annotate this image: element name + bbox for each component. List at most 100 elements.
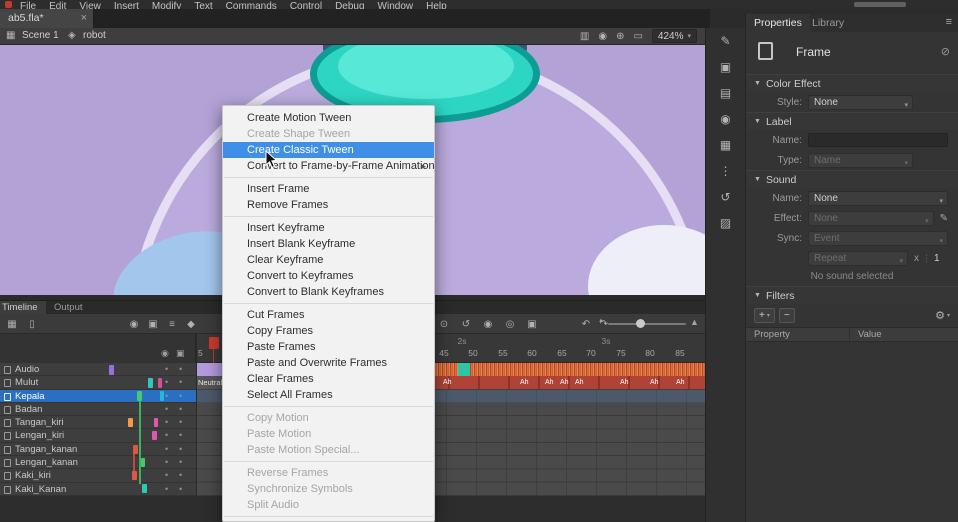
filters-options[interactable]: ⚙ ▾ xyxy=(935,309,950,322)
context-menu-item[interactable]: Clear Keyframe ▸ xyxy=(223,252,434,268)
layer-visibility-dot[interactable]: • xyxy=(165,376,168,389)
context-menu-item[interactable]: ▸ xyxy=(224,303,433,304)
layer-row[interactable]: Lengan_kiri • • xyxy=(0,429,196,442)
context-menu-item[interactable]: Insert Blank Keyframe ▸ xyxy=(223,236,434,252)
zoom-out-frames-icon[interactable]: ▲ xyxy=(598,318,604,324)
context-menu-item[interactable]: Remove Frames ▸ xyxy=(223,197,434,213)
context-menu-item[interactable]: Paste Frames ▸ xyxy=(223,339,434,355)
layer-row[interactable]: Audio • • xyxy=(0,363,196,376)
layer-lock-dot[interactable]: • xyxy=(179,376,182,389)
delete-layer-icon[interactable]: ▯ xyxy=(24,319,40,330)
edit-envelope-icon[interactable]: ✎ xyxy=(940,213,948,224)
tab-timeline[interactable]: Timeline xyxy=(0,301,46,314)
center-stage-icon[interactable]: ⊕ xyxy=(616,31,624,42)
tab-library[interactable]: Library xyxy=(804,14,852,32)
context-menu-item[interactable]: ▸ xyxy=(224,216,433,217)
repeat-count-value[interactable]: 1 xyxy=(934,253,940,264)
info-panel-icon[interactable]: ◉ xyxy=(715,112,737,126)
stage-bounds-icon[interactable]: ▭ xyxy=(633,31,642,42)
graph-panel-icon[interactable]: ▨ xyxy=(715,216,737,230)
layer-lock-dot[interactable]: • xyxy=(179,429,182,442)
zoom-in-frames-icon[interactable]: ▲ xyxy=(690,317,699,327)
context-menu-item[interactable]: Insert Keyframe ▸ xyxy=(223,220,434,236)
layer-lock-dot[interactable]: • xyxy=(179,403,182,416)
context-menu-item[interactable]: Create Shape Tween ▸ xyxy=(223,126,434,142)
label-type-select[interactable]: Name ▾ xyxy=(808,153,913,168)
breadcrumb-symbol[interactable]: robot xyxy=(83,30,106,41)
brush-panel-icon[interactable]: ✎ xyxy=(715,34,737,48)
new-layer-icon[interactable]: ▦ xyxy=(4,319,20,330)
menu-item[interactable]: Control xyxy=(290,1,322,9)
layer-lock-dot[interactable]: • xyxy=(179,416,182,429)
timeline-zoom-knob[interactable] xyxy=(636,319,645,328)
style-select[interactable]: None ▾ xyxy=(808,95,913,110)
layer-visibility-dot[interactable]: • xyxy=(165,443,168,456)
layer-row[interactable]: Badan • • xyxy=(0,403,196,416)
breadcrumb-scene[interactable]: Scene 1 xyxy=(22,30,59,41)
menu-item[interactable]: View xyxy=(79,1,101,9)
layer-visibility-dot[interactable]: • xyxy=(165,483,168,496)
layer-lock-dot[interactable]: • xyxy=(179,469,182,482)
layer-visibility-dot[interactable]: • xyxy=(165,469,168,482)
eye-icon[interactable]: ◉ xyxy=(161,348,169,359)
layer-row[interactable]: Mulut • • xyxy=(0,376,196,389)
edit-multiple-frames-icon[interactable]: ▣ xyxy=(524,319,540,330)
timeline-zoom-slider[interactable] xyxy=(608,323,686,325)
context-menu-item[interactable]: Synchronize Symbols ▸ xyxy=(223,481,434,497)
layer-lock-dot[interactable]: • xyxy=(179,390,182,403)
layer-row[interactable]: Tangan_kanan • • xyxy=(0,443,196,456)
layer-depth-icon[interactable]: ◆ xyxy=(183,319,199,330)
tab-output[interactable]: Output xyxy=(46,301,91,314)
context-menu-item[interactable]: Select All Frames ▸ xyxy=(223,387,434,403)
sound-repeat-select[interactable]: Repeat ▾ xyxy=(808,251,908,266)
lock-all-layers-icon[interactable]: ▣ xyxy=(145,319,161,330)
frame-panel-icon[interactable]: ▣ xyxy=(715,60,737,74)
context-menu-item[interactable]: Paste Motion ▸ xyxy=(223,426,434,442)
layer-row[interactable]: Lengan_kanan • • xyxy=(0,456,196,469)
layer-lock-dot[interactable]: • xyxy=(179,443,182,456)
layer-lock-dot[interactable]: • xyxy=(179,483,182,496)
history-panel-icon[interactable]: ↺ xyxy=(715,190,737,204)
menu-item[interactable]: Help xyxy=(426,1,447,9)
menu-item[interactable]: File xyxy=(20,1,36,9)
loop-icon[interactable]: ↺ xyxy=(458,319,474,330)
menu-item[interactable]: Insert xyxy=(114,1,139,9)
context-menu-item[interactable]: Convert to Keyframes ▸ xyxy=(223,268,434,284)
section-filters[interactable]: ▼ Filters xyxy=(746,286,958,304)
layer-visibility-dot[interactable]: • xyxy=(165,456,168,469)
layer-row[interactable]: Tangan_kiri • • xyxy=(0,416,196,429)
context-menu-item[interactable]: Convert to Blank Keyframes ▸ xyxy=(223,284,434,300)
section-sound[interactable]: ▼ Sound xyxy=(746,170,958,188)
context-menu-item[interactable]: Reverse Frames ▸ xyxy=(223,465,434,481)
menu-item[interactable]: Edit xyxy=(49,1,66,9)
options-panel-icon[interactable]: ⋮ xyxy=(715,164,737,178)
menu-item[interactable]: Modify xyxy=(152,1,181,9)
layer-visibility-dot[interactable]: • xyxy=(165,429,168,442)
layer-lock-dot[interactable]: • xyxy=(179,456,182,469)
context-menu-item[interactable]: Split Audio ▸ xyxy=(223,497,434,513)
context-menu-item[interactable]: Insert Frame ▸ xyxy=(223,181,434,197)
add-filter-button[interactable]: + ▾ xyxy=(754,308,775,323)
layer-row[interactable]: Kaki_kiri • • xyxy=(0,469,196,482)
menu-item[interactable]: Window xyxy=(378,1,414,9)
onion-skin-icon[interactable]: ◉ xyxy=(480,319,496,330)
swatches-panel-icon[interactable]: ▦ xyxy=(715,138,737,152)
clip-icon[interactable]: ▥ xyxy=(580,31,589,42)
section-label[interactable]: ▼ Label xyxy=(746,112,958,130)
close-tab-icon[interactable]: × xyxy=(81,9,87,28)
context-menu-item[interactable]: ▸ xyxy=(224,406,433,407)
menu-item[interactable]: Text xyxy=(194,1,212,9)
fill-icon[interactable]: ◉ xyxy=(598,31,607,42)
tab-properties[interactable]: Properties xyxy=(746,14,810,32)
context-menu-item[interactable]: Create Motion Tween ▸ xyxy=(223,110,434,126)
zoom-level-select[interactable]: 424% ▾ xyxy=(652,29,697,43)
layer-visibility-dot[interactable]: • xyxy=(165,363,168,376)
context-menu-item[interactable]: ▸ xyxy=(224,461,433,462)
context-menu-item[interactable]: Cut Frames ▸ xyxy=(223,307,434,323)
step-back-icon[interactable]: ↶ xyxy=(578,319,594,330)
layer-visibility-dot[interactable]: • xyxy=(165,403,168,416)
label-name-input[interactable] xyxy=(808,133,948,147)
menu-item[interactable]: Debug xyxy=(335,1,364,9)
center-frame-icon[interactable]: ⊙ xyxy=(436,319,452,330)
sound-sync-select[interactable]: Event ▾ xyxy=(808,231,948,246)
